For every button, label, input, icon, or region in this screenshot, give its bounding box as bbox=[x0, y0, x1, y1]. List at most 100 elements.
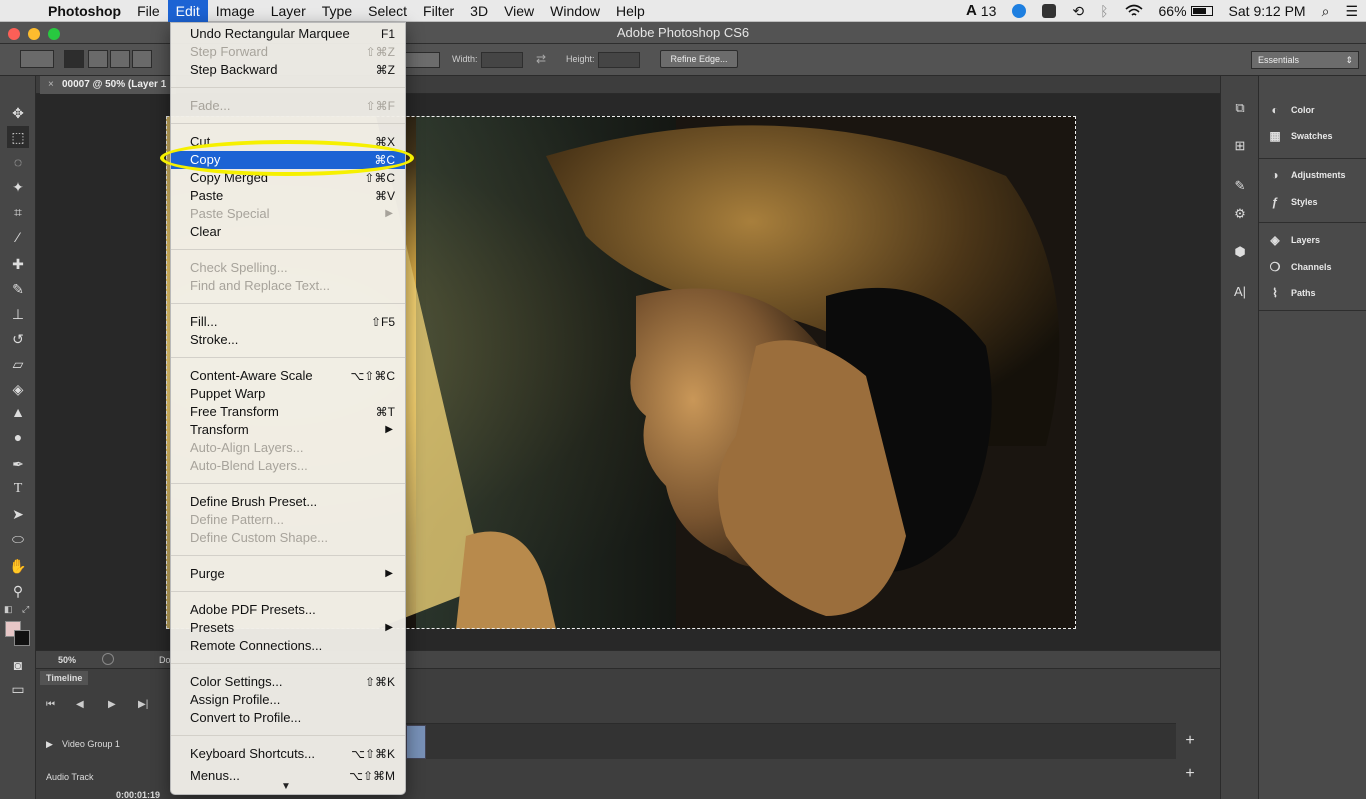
audio-track-label[interactable]: Audio Track bbox=[46, 772, 94, 782]
menu-item-paste-special[interactable]: Paste Special ▶ bbox=[171, 205, 405, 223]
menu-filter[interactable]: Filter bbox=[415, 0, 462, 22]
menu-item-check-spelling[interactable]: Check Spelling... bbox=[171, 259, 405, 277]
hand-tool-icon[interactable]: ✋ bbox=[7, 555, 29, 577]
zoom-tool-icon[interactable]: ⚲ bbox=[7, 580, 29, 602]
ellipse-tool-icon[interactable]: ⬭ bbox=[7, 528, 29, 550]
eyedropper-tool-icon[interactable]: ⁄ bbox=[7, 226, 29, 248]
eraser-tool-icon[interactable]: ▱ bbox=[7, 353, 29, 375]
checkbox-app-icon[interactable] bbox=[1034, 4, 1064, 18]
status-menu-icon[interactable] bbox=[102, 653, 114, 665]
menu-item-undo[interactable]: Undo Rectangular Marquee F1 bbox=[171, 25, 405, 43]
menu-item-adobe-pdf-presets[interactable]: Adobe PDF Presets... bbox=[171, 601, 405, 619]
menu-edit[interactable]: Edit bbox=[167, 0, 208, 22]
crop-tool-icon[interactable]: ⌗ bbox=[7, 201, 29, 223]
panel-adjustments[interactable]: ◑ Adjustments bbox=[1267, 165, 1345, 185]
swap-dimensions-icon[interactable]: ⇄ bbox=[536, 52, 546, 66]
zoom-level[interactable]: 50% bbox=[58, 655, 76, 665]
menu-item-convert-to-profile[interactable]: Convert to Profile... bbox=[171, 709, 405, 727]
menu-file[interactable]: File bbox=[129, 0, 168, 22]
time-machine-icon[interactable]: ⟲ bbox=[1064, 0, 1092, 22]
rectangular-marquee-tool-icon[interactable]: ⬚ bbox=[7, 126, 29, 148]
path-selection-tool-icon[interactable]: ➤ bbox=[7, 503, 29, 525]
marquee-tool-preset-picker[interactable] bbox=[20, 50, 54, 68]
paint-bucket-tool-icon[interactable]: ◈ bbox=[7, 378, 29, 400]
spotlight-search-icon[interactable]: ⌕ bbox=[1314, 0, 1338, 22]
menu-app-photoshop[interactable]: Photoshop bbox=[40, 0, 129, 22]
notification-center-icon[interactable]: ☰ bbox=[1337, 0, 1366, 22]
menu-select[interactable]: Select bbox=[360, 0, 415, 22]
menu-item-clear[interactable]: Clear bbox=[171, 223, 405, 241]
clone-stamp-tool-icon[interactable]: ⊥ bbox=[7, 303, 29, 325]
play-icon[interactable]: ▶ bbox=[108, 699, 116, 710]
background-color-swatch[interactable] bbox=[14, 630, 30, 646]
3d-panel-icon[interactable]: ⬢ bbox=[1230, 242, 1250, 262]
previous-frame-icon[interactable]: ◀ bbox=[76, 699, 84, 710]
brush-panel-icon[interactable]: ✎ bbox=[1230, 176, 1250, 196]
panel-channels[interactable]: ❍ Channels bbox=[1267, 257, 1332, 277]
quick-mask-icon[interactable]: ◙ bbox=[7, 654, 29, 676]
clock[interactable]: Sat 9:12 PM bbox=[1221, 0, 1314, 22]
width-input[interactable] bbox=[481, 52, 523, 68]
menu-item-fade[interactable]: Fade... ⇧⌘F bbox=[171, 97, 405, 115]
tool-presets-icon[interactable]: ⚙ bbox=[1230, 204, 1250, 224]
workspace-switcher[interactable]: Essentials ⇕ bbox=[1251, 51, 1359, 69]
menu-help[interactable]: Help bbox=[608, 0, 653, 22]
menu-item-step-backward[interactable]: Step Backward ⌘Z bbox=[171, 61, 405, 79]
menu-item-transform[interactable]: Transform ▶ bbox=[171, 421, 405, 439]
panel-swatches[interactable]: ▦ Swatches bbox=[1267, 126, 1332, 146]
menu-layer[interactable]: Layer bbox=[263, 0, 314, 22]
character-panel-icon[interactable]: A| bbox=[1230, 282, 1250, 302]
close-tab-icon[interactable]: × bbox=[48, 76, 54, 94]
menu-item-purge[interactable]: Purge ▶ bbox=[171, 565, 405, 583]
panel-styles[interactable]: ƒ Styles bbox=[1267, 192, 1318, 212]
lightning-icon[interactable] bbox=[1004, 4, 1034, 18]
bluetooth-icon[interactable]: ᛒ bbox=[1092, 0, 1116, 22]
timeline-track-area[interactable] bbox=[406, 723, 1176, 759]
subtract-selection-button[interactable] bbox=[110, 50, 130, 68]
menu-view[interactable]: View bbox=[496, 0, 542, 22]
height-input[interactable] bbox=[598, 52, 640, 68]
history-panel-icon[interactable]: ⧉ bbox=[1230, 98, 1250, 118]
video-clip[interactable] bbox=[406, 725, 426, 759]
video-group-label[interactable]: Video Group 1 bbox=[62, 739, 120, 749]
lasso-tool-icon[interactable]: ◌ bbox=[7, 151, 29, 173]
wifi-icon[interactable] bbox=[1117, 4, 1151, 18]
history-brush-tool-icon[interactable]: ↺ bbox=[7, 328, 29, 350]
menu-item-fill[interactable]: Fill... ⇧F5 bbox=[171, 313, 405, 331]
menu-item-define-brush-preset[interactable]: Define Brush Preset... bbox=[171, 493, 405, 511]
menu-item-step-forward[interactable]: Step Forward ⇧⌘Z bbox=[171, 43, 405, 61]
panel-layers[interactable]: ◈ Layers bbox=[1267, 230, 1320, 250]
menu-window[interactable]: Window bbox=[542, 0, 608, 22]
add-video-icon[interactable]: + bbox=[1182, 733, 1198, 749]
dodge-tool-icon[interactable]: ● bbox=[7, 426, 29, 448]
expand-group-icon[interactable]: ▶ bbox=[46, 739, 53, 750]
menu-item-keyboard-shortcuts[interactable]: Keyboard Shortcuts... ⌥⇧⌘K bbox=[171, 745, 405, 763]
next-frame-icon[interactable]: ▶| bbox=[138, 699, 148, 710]
properties-panel-icon[interactable]: ⊞ bbox=[1230, 136, 1250, 156]
menu-item-presets[interactable]: Presets ▶ bbox=[171, 619, 405, 637]
intersect-selection-button[interactable] bbox=[132, 50, 152, 68]
new-selection-button[interactable] bbox=[64, 50, 84, 68]
magic-wand-tool-icon[interactable]: ✦ bbox=[7, 176, 29, 198]
menu-item-find-replace[interactable]: Find and Replace Text... bbox=[171, 277, 405, 295]
style-dropdown[interactable] bbox=[404, 52, 440, 68]
scroll-down-arrow-icon[interactable]: ▼ bbox=[281, 781, 291, 792]
battery-status[interactable]: 66% bbox=[1151, 0, 1221, 22]
pen-tool-icon[interactable]: ✒ bbox=[7, 453, 29, 475]
brush-tool-icon[interactable]: ✎ bbox=[7, 278, 29, 300]
timeline-title[interactable]: Timeline bbox=[40, 671, 89, 685]
screen-mode-icon[interactable]: ▭ bbox=[7, 678, 29, 700]
add-to-selection-button[interactable] bbox=[88, 50, 108, 68]
menu-item-color-settings[interactable]: Color Settings... ⇧⌘K bbox=[171, 673, 405, 691]
menu-item-remote-connections[interactable]: Remote Connections... bbox=[171, 637, 405, 655]
menu-item-content-aware-scale[interactable]: Content-Aware Scale ⌥⇧⌘C bbox=[171, 367, 405, 385]
adobe-status-item[interactable]: A 13 bbox=[958, 0, 1004, 22]
menu-item-free-transform[interactable]: Free Transform ⌘T bbox=[171, 403, 405, 421]
menu-image[interactable]: Image bbox=[208, 0, 263, 22]
blur-tool-icon[interactable]: ▲ bbox=[7, 401, 29, 423]
go-to-first-frame-icon[interactable]: ⏮ bbox=[46, 699, 55, 710]
menu-item-auto-align-layers[interactable]: Auto-Align Layers... bbox=[171, 439, 405, 457]
menu-item-define-pattern[interactable]: Define Pattern... bbox=[171, 511, 405, 529]
move-tool-icon[interactable]: ✥ bbox=[7, 102, 29, 124]
add-audio-icon[interactable]: + bbox=[1182, 766, 1198, 782]
